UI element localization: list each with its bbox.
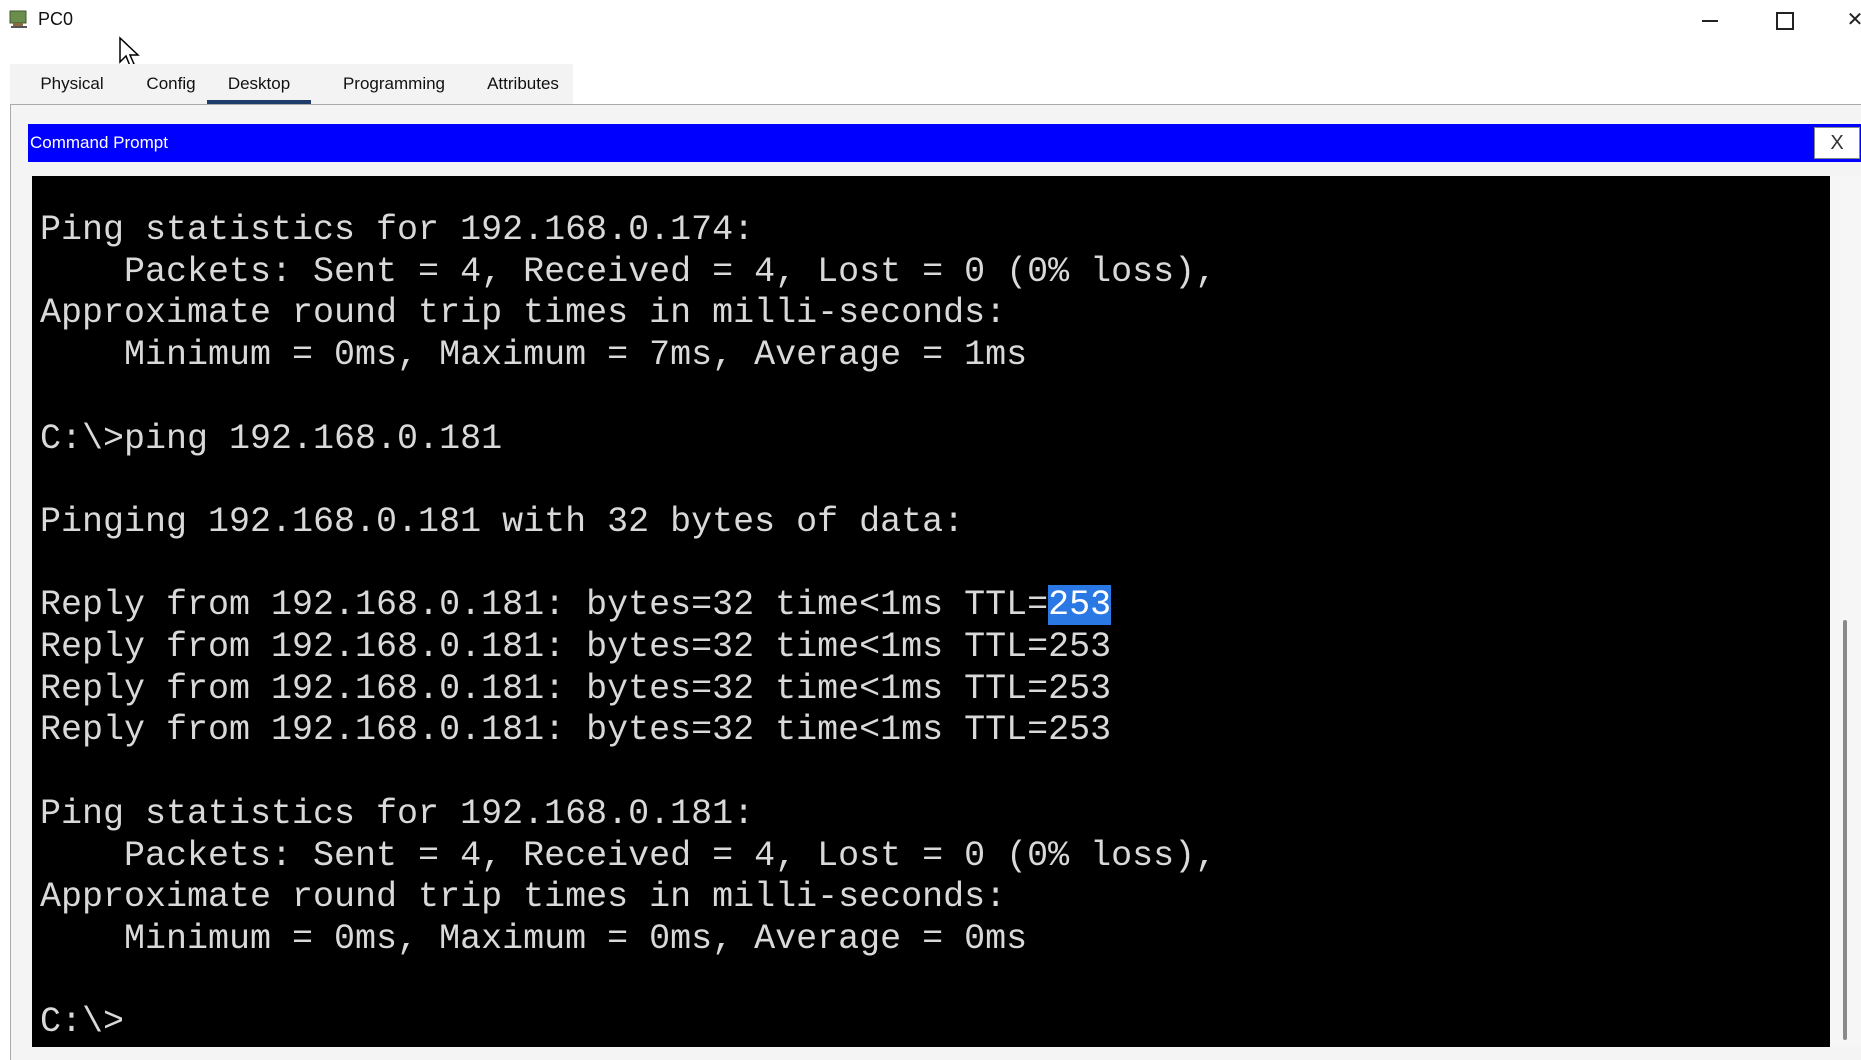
terminal-line: Reply from 192.168.0.181: bytes=32 time<… (40, 627, 1112, 668)
tab-programming[interactable]: Programming (326, 64, 462, 104)
app-icon (9, 10, 27, 28)
terminal-output[interactable]: Ping statistics for 192.168.0.174: Packe… (32, 176, 1830, 1047)
tab-physical[interactable]: Physical (22, 64, 122, 104)
window-title: PC0 (38, 9, 74, 29)
terminal-line: Approximate round trip times in milli-se… (40, 877, 1007, 918)
scrollbar-thumb[interactable] (1843, 620, 1847, 1040)
tab-attributes[interactable]: Attributes (468, 64, 578, 104)
tab-bar: Physical Config Desktop Programming Attr… (10, 64, 573, 106)
command-prompt-header: Command Prompt X (28, 124, 1861, 162)
command-prompt-title: Command Prompt (30, 133, 168, 152)
close-icon[interactable]: ✕ (1835, 6, 1861, 34)
terminal-line: Packets: Sent = 4, Received = 4, Lost = … (40, 251, 1217, 292)
terminal-line: C:\>ping 192.168.0.181 (40, 418, 503, 459)
terminal-line: Ping statistics for 192.168.0.181: (40, 793, 755, 834)
terminal-line: Reply from 192.168.0.181: bytes=32 time<… (40, 710, 1112, 751)
terminal-text: Ping statistics for 192.168.0.174: Packe… (40, 210, 1216, 1044)
terminal-line: Reply from 192.168.0.181: bytes=32 time<… (40, 585, 1112, 626)
terminal-line: Reply from 192.168.0.181: bytes=32 time<… (40, 668, 1112, 709)
tab-config[interactable]: Config (130, 64, 212, 104)
terminal-line: C:\> (40, 1002, 125, 1043)
terminal-line: Approximate round trip times in milli-se… (40, 293, 1007, 334)
terminal-line: Ping statistics for 192.168.0.174: (40, 210, 755, 250)
terminal-line: Pinging 192.168.0.181 with 32 bytes of d… (40, 501, 965, 542)
terminal-line: Minimum = 0ms, Maximum = 7ms, Average = … (40, 335, 1028, 376)
terminal-line: Packets: Sent = 4, Received = 4, Lost = … (40, 835, 1217, 876)
command-prompt-close-button[interactable]: X (1814, 127, 1860, 159)
terminal-line: Minimum = 0ms, Maximum = 0ms, Average = … (40, 918, 1028, 959)
tab-desktop[interactable]: Desktop (207, 64, 311, 106)
terminal-scrollbar[interactable] (1830, 176, 1861, 1047)
minimize-icon[interactable] (1690, 6, 1730, 34)
maximize-icon[interactable] (1765, 6, 1805, 34)
selected-text: 253 (1048, 585, 1112, 626)
window-titlebar: PC0 ✕ (0, 0, 1861, 40)
